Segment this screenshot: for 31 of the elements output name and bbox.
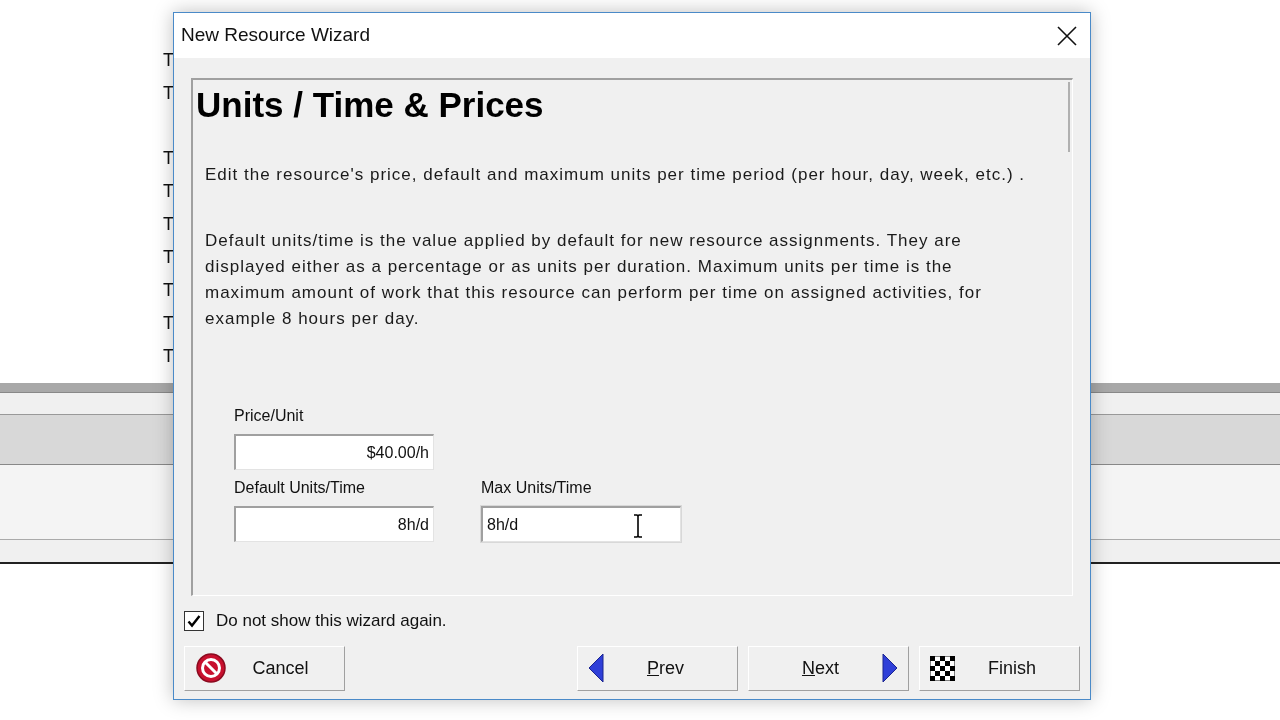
default-units-field[interactable]: 8h/d [234, 506, 434, 542]
checkbox-label: Do not show this wizard again. [216, 610, 447, 632]
list-text: T [163, 246, 174, 269]
left-triangle-icon [588, 653, 604, 683]
list-text: T [163, 180, 174, 203]
list-text: T [163, 213, 174, 236]
price-field[interactable]: $40.00/h [234, 434, 434, 470]
right-triangle-icon [882, 653, 898, 683]
field-label: Max Units/Time [481, 478, 593, 498]
close-icon[interactable] [1056, 24, 1078, 47]
finish-button[interactable]: Finish [919, 645, 1080, 691]
checkbox[interactable] [184, 610, 204, 631]
prev-button[interactable]: Prev [577, 645, 738, 691]
list-text: T [163, 312, 174, 335]
list-text: T [163, 279, 174, 302]
field-label: Default Units/Time [234, 478, 366, 498]
description-paragraph: Default units/time is the value applied by default for new resource assignments. They are displayed either as a percentage or as units per duration. Maximum units per time is the maximum amount of work that this resource can perform per time on assigned activities, for example 8 hours per day. [205, 230, 983, 330]
list-text: T [163, 49, 174, 72]
list-text: T [163, 82, 174, 105]
next-button[interactable]: Next [748, 645, 909, 691]
window-title: New Resource Wizard [181, 23, 370, 48]
text-cursor-icon [633, 514, 643, 538]
stop-icon [195, 652, 227, 684]
field-label: Price/Unit [234, 406, 305, 426]
checkered-flag-icon [930, 655, 955, 681]
list-text: T [163, 147, 174, 170]
description-paragraph: Edit the resource's price, default and maximum units per time period (per hour, day, week, etc.) . [205, 164, 1026, 186]
cancel-button[interactable]: Cancel [184, 645, 345, 691]
max-units-field[interactable]: 8h/d [481, 506, 681, 542]
list-text: T [163, 345, 174, 368]
page-heading: Units / Time & Prices [196, 84, 545, 126]
